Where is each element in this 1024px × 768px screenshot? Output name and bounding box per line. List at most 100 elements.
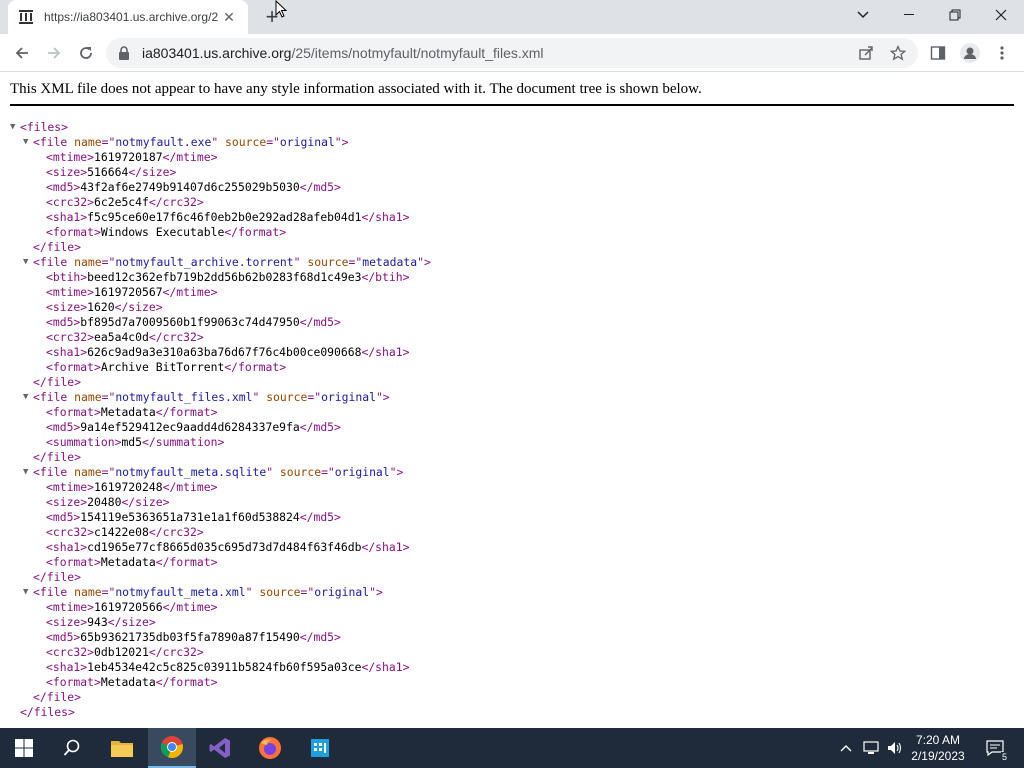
- xml-attr-value: original: [334, 465, 390, 479]
- xml-tag: <crc32>: [46, 195, 95, 209]
- forward-button[interactable]: [40, 39, 68, 67]
- xml-tag: </md5>: [299, 180, 341, 194]
- visual-studio-icon[interactable]: [196, 728, 244, 768]
- xml-file-close: </file>: [0, 690, 431, 705]
- xml-tag: <format>: [46, 555, 101, 569]
- xml-punct: =": [266, 135, 280, 149]
- xml-element: <format>Metadata</format>: [0, 405, 431, 420]
- xml-tag: </format>: [224, 225, 287, 239]
- xml-tag: </mtime>: [162, 285, 218, 299]
- xml-attr-name: name: [74, 585, 102, 599]
- xml-element: <sha1>626c9ad9a3e310a63ba76d67f76c4b00ce…: [0, 345, 431, 360]
- chevron-up-icon[interactable]: [836, 728, 856, 768]
- xml-tag: <crc32>: [46, 645, 95, 659]
- xml-punct: =": [101, 135, 116, 149]
- address-bar[interactable]: ia803401.us.archive.org/25/items/notmyfa…: [106, 38, 918, 68]
- xml-text-value: beed12c362efb719b2dd56b62b0283f68d1c49e3: [87, 270, 362, 284]
- bookmark-star-icon[interactable]: [884, 39, 912, 67]
- xml-element: <mtime>1619720248</mtime>: [0, 480, 431, 495]
- xml-tag: <mtime>: [46, 600, 95, 614]
- xml-tag: <file: [33, 135, 75, 149]
- app-taskbar-icon[interactable]: [296, 728, 344, 768]
- xml-tag: <size>: [46, 615, 88, 629]
- collapse-toggle-icon[interactable]: ▼: [23, 585, 28, 600]
- side-panel-icon[interactable]: [924, 39, 952, 67]
- reload-button[interactable]: [72, 39, 100, 67]
- xml-text-value: 6c2e5c4f: [94, 195, 149, 209]
- close-window-button[interactable]: [978, 0, 1024, 30]
- file-explorer-icon[interactable]: [98, 728, 146, 768]
- xml-punct: ": [211, 135, 226, 149]
- xml-tag: </files>: [20, 705, 75, 719]
- xml-tag: <files>: [20, 120, 69, 134]
- xml-element: <format>Archive BitTorrent</format>: [0, 360, 431, 375]
- xml-tag: </summation>: [142, 435, 225, 449]
- collapse-toggle-icon[interactable]: ▼: [23, 465, 28, 480]
- tab-close-icon[interactable]: ✕: [220, 8, 238, 26]
- tab-search-button[interactable]: [840, 0, 886, 30]
- xml-element: <format>Windows Executable</format>: [0, 225, 431, 240]
- xml-attr-name: name: [74, 390, 102, 404]
- profile-avatar-icon[interactable]: [956, 39, 984, 67]
- xml-punct: =": [321, 465, 335, 479]
- xml-tag: </btih>: [361, 270, 410, 284]
- xml-tag: <file: [33, 390, 75, 404]
- collapse-toggle-icon[interactable]: ▼: [23, 255, 28, 270]
- xml-text-value: 43f2af6e2749b91407d6c255029b5030: [80, 180, 300, 194]
- xml-element: <md5>43f2af6e2749b91407d6c255029b5030</m…: [0, 180, 431, 195]
- xml-tag: </size>: [107, 615, 156, 629]
- xml-punct: ">: [389, 465, 404, 479]
- browser-tab[interactable]: https://ia803401.us.archive.org/2 ✕: [8, 0, 248, 34]
- xml-tag: </crc32>: [148, 645, 204, 659]
- xml-file-open: ▼ <file name="notmyfault_archive.torrent"…: [0, 255, 431, 270]
- tab-strip: https://ia803401.us.archive.org/2 ✕ +: [0, 0, 1024, 34]
- firefox-icon[interactable]: [246, 728, 294, 768]
- xml-tag: <file: [33, 465, 75, 479]
- notification-center-button[interactable]: 5: [980, 728, 1010, 768]
- xml-file-open: ▼ <file name="notmyfault_meta.xml" source…: [0, 585, 431, 600]
- xml-text-value: ea5a4c0d: [94, 330, 149, 344]
- xml-tag: <md5>: [46, 420, 81, 434]
- windows-start-button[interactable]: [0, 728, 48, 768]
- collapse-toggle-icon[interactable]: ▼: [23, 135, 28, 150]
- xml-text-value: Metadata: [100, 675, 156, 689]
- xml-tag: </file>: [33, 240, 82, 254]
- xml-text-value: 65b93621735db03f5fa7890a87f15490: [80, 630, 300, 644]
- xml-element: <summation>md5</summation>: [0, 435, 431, 450]
- collapse-toggle-icon[interactable]: ▼: [23, 390, 28, 405]
- share-icon[interactable]: [852, 39, 880, 67]
- xml-tag: </md5>: [299, 510, 341, 524]
- xml-element: <crc32>0db12021</crc32>: [0, 645, 431, 660]
- xml-tag: </crc32>: [148, 330, 204, 344]
- xml-file-close: </file>: [0, 375, 431, 390]
- restore-button[interactable]: [932, 0, 978, 30]
- xml-element: <sha1>cd1965e77cf8665d035c695d73d7d484f6…: [0, 540, 431, 555]
- xml-attr-name: source: [266, 390, 308, 404]
- xml-tag: <format>: [46, 405, 101, 419]
- tab-title: https://ia803401.us.archive.org/2: [44, 10, 219, 24]
- network-icon[interactable]: [860, 728, 882, 768]
- xml-punct: =": [101, 585, 116, 599]
- xml-tag: </crc32>: [148, 525, 204, 539]
- xml-element: <mtime>1619720567</mtime>: [0, 285, 431, 300]
- xml-tag: <file: [33, 255, 75, 269]
- xml-punct: ": [266, 465, 280, 479]
- xml-text-value: 1eb4534e42c5c825c03911b5824fb60f595a03ce: [87, 660, 362, 674]
- search-icon[interactable]: [48, 728, 96, 768]
- xml-element: <md5>154119e5363651a731e1a1f60d538824</m…: [0, 510, 431, 525]
- chrome-taskbar-icon[interactable]: [148, 728, 196, 768]
- xml-attr-name: name: [74, 135, 102, 149]
- xml-tag: </md5>: [299, 630, 341, 644]
- xml-attr-value: notmyfault.exe: [115, 135, 212, 149]
- xml-text-value: 943: [87, 615, 108, 629]
- minimize-button[interactable]: [886, 0, 932, 30]
- xml-tag: </sha1>: [361, 345, 410, 359]
- collapse-toggle-icon[interactable]: ▼: [10, 120, 15, 135]
- taskbar-clock[interactable]: 7:20 AM 2/19/2023: [902, 732, 974, 764]
- menu-kebab-icon[interactable]: [988, 39, 1016, 67]
- xml-tag: <crc32>: [46, 525, 95, 539]
- xml-style-notice: This XML file does not appear to have an…: [10, 81, 1014, 106]
- xml-root-close: </files>: [0, 705, 431, 720]
- xml-tag: </format>: [155, 405, 218, 419]
- back-button[interactable]: [8, 39, 36, 67]
